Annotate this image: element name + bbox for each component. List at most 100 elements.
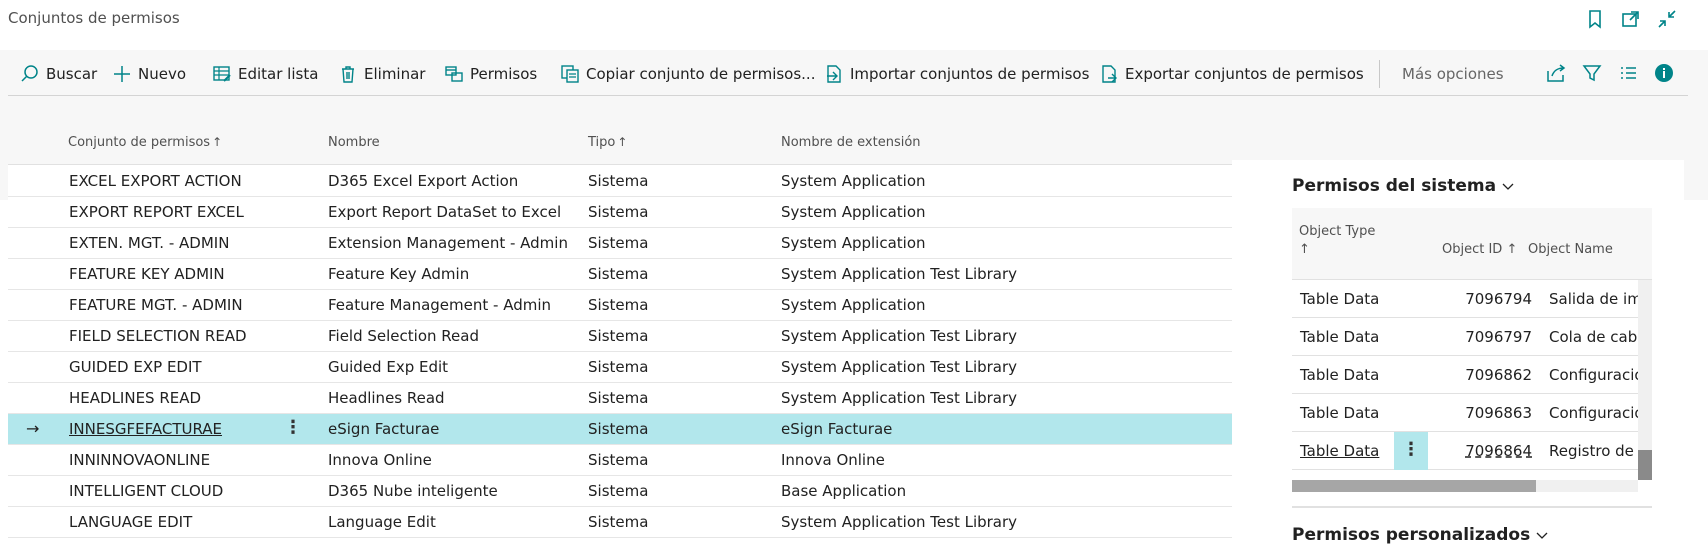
nuevo-button[interactable]: Nuevo (112, 62, 186, 86)
eliminar-button[interactable]: Eliminar (338, 62, 425, 86)
column-header-extension[interactable]: Nombre de extensión (781, 135, 921, 150)
edit-list-icon (213, 66, 231, 82)
permisos-button[interactable]: Permisos (444, 62, 537, 86)
share-icon[interactable] (1545, 62, 1567, 84)
selected-row-arrow-icon: → (26, 419, 40, 438)
cell-extension: System Application Test Library (781, 513, 1018, 531)
column-header-object-type[interactable]: Object Type (1299, 224, 1375, 239)
bookmark-icon[interactable] (1584, 8, 1606, 30)
factbox-row[interactable]: Table Data 7096863 Configuració (1292, 394, 1638, 432)
cell-nombre: eSign Facturae (328, 420, 440, 438)
info-icon[interactable] (1653, 62, 1675, 84)
sort-ascending-icon: ↑ (1299, 242, 1310, 257)
plus-icon (114, 66, 130, 82)
scrollbar-thumb[interactable] (1292, 480, 1536, 492)
cell-extension: System Application Test Library (781, 265, 1018, 283)
cell-code[interactable]: INTELLIGENT CLOUD (69, 482, 223, 500)
row-actions-menu-icon[interactable]: ⋮ (284, 417, 302, 438)
cell-object-id[interactable]: 7096864 (1442, 442, 1532, 460)
cell-code[interactable]: INNESGFEFACTURAE (69, 420, 222, 438)
cell-extension: System Application (781, 296, 926, 314)
factbox-row-selected[interactable]: Table Data ⋮ 7096864 Registro de g (1292, 432, 1638, 470)
exportar-button[interactable]: Exportar conjuntos de permisos (1099, 62, 1364, 86)
cell-code[interactable]: FEATURE MGT. - ADMIN (69, 296, 243, 314)
cell-nombre: Innova Online (328, 451, 432, 469)
open-new-window-icon[interactable] (1620, 8, 1642, 30)
table-row[interactable]: EXPORT REPORT EXCEL Export Report DataSe… (8, 197, 1232, 228)
factbox-pane: Permisos del sistema Object Type ↑ Objec… (1232, 160, 1684, 554)
table-row[interactable]: GUIDED EXP EDIT Guided Exp Edit Sistema … (8, 352, 1232, 383)
cell-code[interactable]: GUIDED EXP EDIT (69, 358, 202, 376)
importar-button[interactable]: Importar conjuntos de permisos (824, 62, 1089, 86)
mas-opciones-button[interactable]: Más opciones (1402, 62, 1504, 86)
vertical-scrollbar[interactable] (1638, 280, 1652, 480)
buscar-button[interactable]: Buscar (20, 62, 97, 86)
cell-code[interactable]: EXPORT REPORT EXCEL (69, 203, 244, 221)
row-actions-menu-icon[interactable]: ⋮ (1394, 432, 1428, 470)
cell-extension: System Application (781, 234, 926, 252)
list-view-icon[interactable] (1617, 62, 1639, 84)
import-icon (827, 65, 841, 83)
column-header-nombre[interactable]: Nombre (328, 135, 380, 150)
table-row[interactable]: INTELLIGENT CLOUD D365 Nube inteligente … (8, 476, 1232, 507)
factbox-row[interactable]: Table Data 7096794 Salida de imp (1292, 280, 1638, 318)
column-header-object-id[interactable]: Object ID ↑ (1442, 242, 1517, 257)
horizontal-scrollbar[interactable] (1292, 480, 1638, 492)
column-header-tipo[interactable]: Tipo ↑ (588, 135, 627, 150)
cell-object-id: 7096862 (1465, 366, 1532, 384)
table-row[interactable]: INNINNOVAONLINE Innova Online Sistema In… (8, 445, 1232, 476)
table-row[interactable]: FIELD SELECTION READ Field Selection Rea… (8, 321, 1232, 352)
system-permissions-grid: Object Type ↑ Object ID ↑ Object Name Ta… (1292, 208, 1652, 492)
cell-tipo: Sistema (588, 172, 649, 190)
column-header-object-name[interactable]: Object Name (1528, 242, 1613, 257)
permisos-label: Permisos (470, 65, 538, 83)
cell-extension: Innova Online (781, 451, 885, 469)
cell-extension: System Application Test Library (781, 358, 1018, 376)
cell-nombre: D365 Excel Export Action (328, 172, 519, 190)
table-row[interactable]: EXTEN. MGT. - ADMIN Extension Management… (8, 228, 1232, 259)
cell-object-id: 7096794 (1465, 290, 1532, 308)
collapse-icon[interactable] (1656, 8, 1678, 30)
column-header-code[interactable]: Conjunto de permisos ↑ (68, 135, 222, 150)
cell-extension: System Application Test Library (781, 327, 1018, 345)
search-icon (21, 65, 38, 82)
copiar-button[interactable]: Copiar conjunto de permisos... (560, 62, 815, 86)
cell-code[interactable]: LANGUAGE EDIT (69, 513, 192, 531)
cell-code[interactable]: EXTEN. MGT. - ADMIN (69, 234, 229, 252)
cell-code[interactable]: HEADLINES READ (69, 389, 201, 407)
cell-object-name: Cola de cabe (1549, 328, 1638, 346)
factbox-row[interactable]: Table Data 7096862 Configuració (1292, 356, 1638, 394)
cell-nombre: Language Edit (328, 513, 436, 531)
cell-object-type: Table Data (1300, 328, 1380, 346)
cell-tipo: Sistema (588, 482, 649, 500)
cell-code[interactable]: FEATURE KEY ADMIN (69, 265, 225, 283)
table-row[interactable]: LANGUAGE EDIT Language Edit Sistema Syst… (8, 507, 1232, 538)
exportar-label: Exportar conjuntos de permisos (1125, 65, 1364, 83)
cell-code[interactable]: FIELD SELECTION READ (69, 327, 247, 345)
cell-object-type[interactable]: Table Data (1300, 442, 1379, 460)
cell-tipo: Sistema (588, 296, 649, 314)
filter-icon[interactable] (1581, 62, 1603, 84)
eliminar-label: Eliminar (364, 65, 426, 83)
editar-lista-button[interactable]: Editar lista (212, 62, 318, 86)
table-row[interactable]: EXCEL EXPORT ACTION D365 Excel Export Ac… (8, 166, 1232, 197)
custom-permissions-title[interactable]: Permisos personalizados (1292, 525, 1550, 545)
nuevo-label: Nuevo (138, 65, 187, 83)
cell-object-id: 7096863 (1465, 404, 1532, 422)
editar-lista-label: Editar lista (238, 65, 319, 83)
cell-tipo: Sistema (588, 420, 649, 438)
cell-extension: eSign Facturae (781, 420, 893, 438)
cell-object-name: Salida de imp (1549, 290, 1638, 308)
system-permissions-title[interactable]: Permisos del sistema (1292, 176, 1516, 196)
cell-code[interactable]: INNINNOVAONLINE (69, 451, 210, 469)
cell-nombre: Feature Management - Admin (328, 296, 552, 314)
factbox-row[interactable]: Table Data 7096797 Cola de cabe (1292, 318, 1638, 356)
table-row[interactable]: FEATURE KEY ADMIN Feature Key Admin Sist… (8, 259, 1232, 290)
cell-code[interactable]: EXCEL EXPORT ACTION (69, 172, 242, 190)
table-row-selected[interactable]: → INNESGFEFACTURAE ⋮ eSign Facturae Sist… (8, 414, 1232, 445)
table-row[interactable]: HEADLINES READ Headlines Read Sistema Sy… (8, 383, 1232, 414)
scrollbar-thumb[interactable] (1638, 450, 1652, 480)
table-row[interactable]: FEATURE MGT. - ADMIN Feature Management … (8, 290, 1232, 321)
cell-object-name: Configuració (1549, 366, 1638, 384)
cell-extension: System Application Test Library (781, 389, 1018, 407)
